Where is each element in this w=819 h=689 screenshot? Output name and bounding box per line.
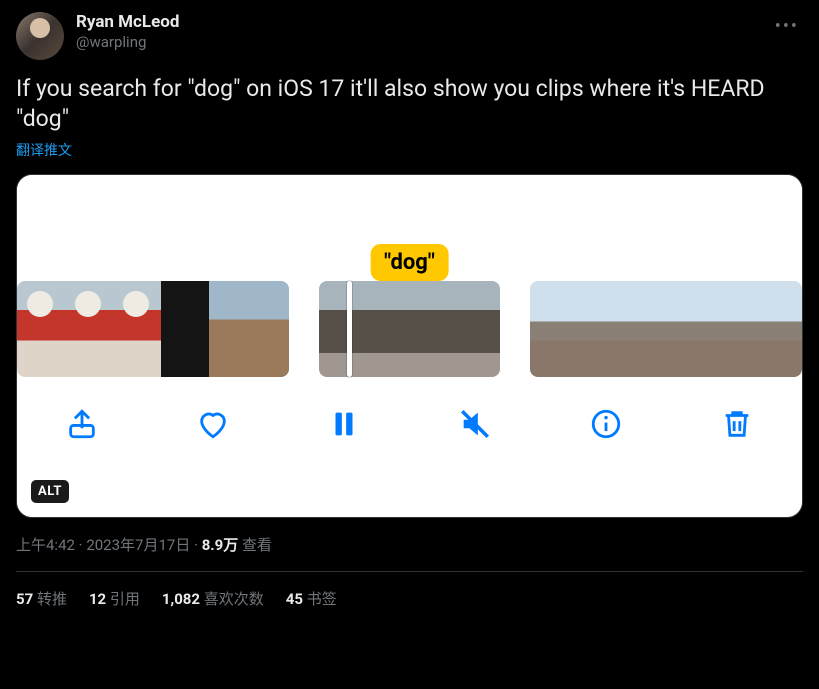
info-icon[interactable] — [586, 404, 626, 444]
author-block[interactable]: Ryan McLeod @warpling — [76, 12, 179, 52]
clip-frame — [65, 281, 113, 377]
tweet-header: Ryan McLeod @warpling ••• — [16, 12, 803, 60]
clip-frame — [530, 281, 578, 377]
search-term-pill: "dog" — [370, 244, 449, 281]
clip-frame — [722, 281, 770, 377]
clip-frame — [626, 281, 674, 377]
clip-frame — [463, 281, 500, 377]
quotes-stat[interactable]: 12 引用 — [89, 588, 140, 609]
views-count: 8.9万 — [202, 536, 239, 554]
mute-icon[interactable] — [455, 404, 495, 444]
media-card[interactable]: "dog" — [16, 174, 803, 518]
clip-frame — [367, 281, 415, 377]
more-icon[interactable]: ••• — [771, 12, 803, 41]
pause-icon[interactable] — [324, 404, 364, 444]
tweet-meta: 上午4:42 · 2023年7月17日 · 8.9万 查看 — [16, 534, 803, 555]
tweet-text: If you search for "dog" on iOS 17 it'll … — [16, 74, 803, 134]
heart-icon[interactable] — [193, 404, 233, 444]
clip-frame — [578, 281, 626, 377]
clip-group[interactable] — [17, 281, 289, 377]
share-icon[interactable] — [62, 404, 102, 444]
playhead[interactable] — [347, 281, 352, 377]
tweet-stats: 57 转推 12 引用 1,082 喜欢次数 45 书签 — [16, 572, 803, 609]
alt-badge[interactable]: ALT — [31, 480, 69, 503]
clip-group[interactable] — [530, 281, 802, 377]
clip-frame — [319, 281, 367, 377]
likes-stat[interactable]: 1,082 喜欢次数 — [162, 588, 264, 609]
translate-link[interactable]: 翻译推文 — [16, 140, 72, 160]
clip-frame — [257, 281, 289, 377]
display-name: Ryan McLeod — [76, 12, 179, 32]
tweet-date[interactable]: 2023年7月17日 — [86, 536, 190, 554]
clip-frame — [415, 281, 463, 377]
views-label: 查看 — [238, 536, 272, 554]
media-top: "dog" — [17, 175, 802, 281]
tweet-time[interactable]: 上午4:42 — [16, 536, 75, 554]
bookmarks-stat[interactable]: 45 书签 — [286, 588, 337, 609]
handle: @warpling — [76, 32, 179, 52]
trash-icon[interactable] — [717, 404, 757, 444]
clip-frame — [161, 281, 209, 377]
avatar[interactable] — [16, 12, 64, 60]
clip-frame — [17, 281, 65, 377]
video-timeline[interactable] — [17, 281, 802, 377]
clip-frame — [113, 281, 161, 377]
tweet-container: Ryan McLeod @warpling ••• If you search … — [0, 0, 819, 609]
clip-frame — [674, 281, 722, 377]
clip-frame — [209, 281, 257, 377]
media-toolbar — [17, 377, 802, 471]
retweets-stat[interactable]: 57 转推 — [16, 588, 67, 609]
clip-frame — [770, 281, 802, 377]
